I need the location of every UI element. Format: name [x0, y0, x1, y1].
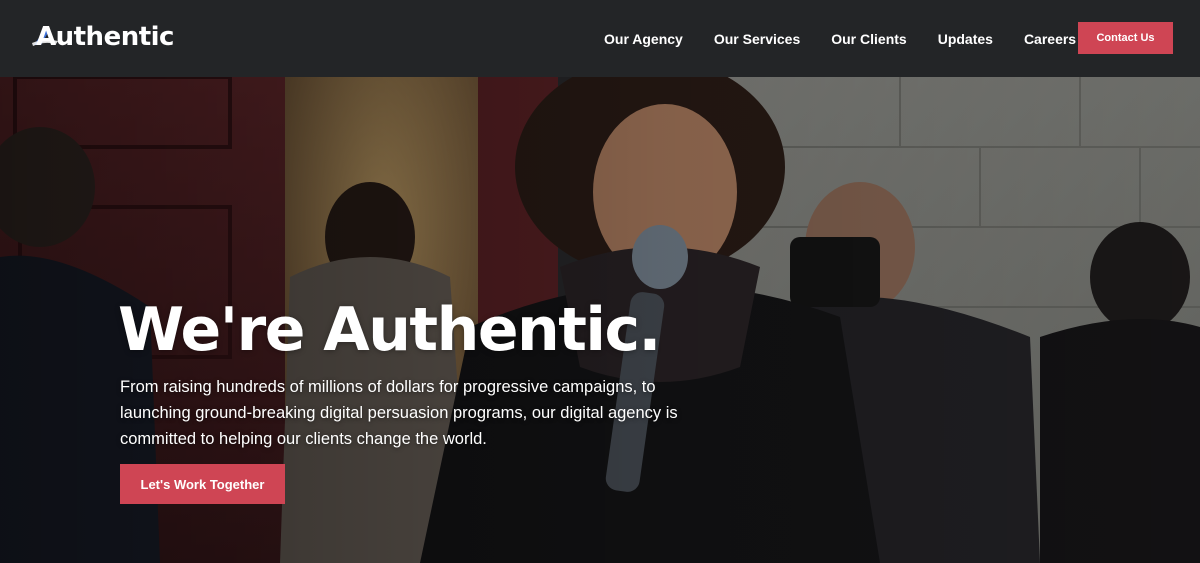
- lets-work-together-button[interactable]: Let's Work Together: [120, 464, 285, 504]
- nav-item-careers[interactable]: Careers: [1024, 31, 1076, 47]
- logo-text: Authentic: [36, 22, 174, 52]
- main-nav: Our Agency Our Services Our Clients Upda…: [604, 0, 1107, 77]
- hero-subtitle: From raising hundreds of millions of dol…: [120, 378, 678, 448]
- contact-us-button[interactable]: Contact Us: [1078, 22, 1173, 54]
- nav-item-our-clients[interactable]: Our Clients: [831, 31, 906, 47]
- nav-item-updates[interactable]: Updates: [938, 31, 993, 47]
- hero-section: We're Authentic. From raising hundreds o…: [0, 77, 1200, 563]
- hero-title: We're Authentic.: [118, 295, 661, 365]
- nav-item-our-services[interactable]: Our Services: [714, 31, 800, 47]
- nav-item-our-agency[interactable]: Our Agency: [604, 31, 683, 47]
- site-header: Authentic Our Agency Our Services Our Cl…: [0, 0, 1200, 77]
- page: Authentic Our Agency Our Services Our Cl…: [0, 0, 1200, 563]
- logo[interactable]: Authentic: [32, 20, 174, 56]
